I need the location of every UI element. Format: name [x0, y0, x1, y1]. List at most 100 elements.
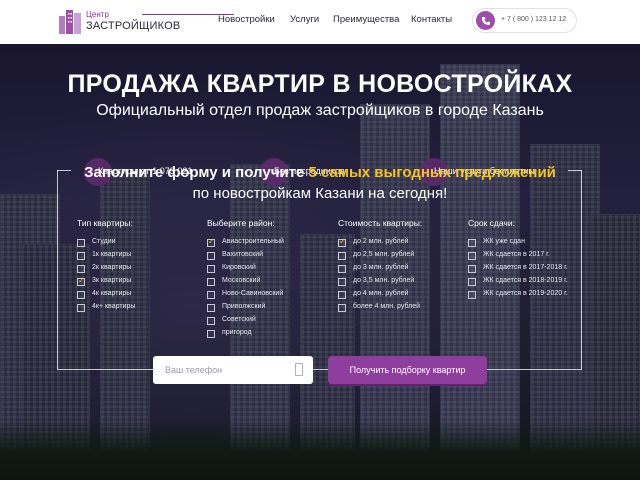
- form-heading: Заполните форму и получите 5 самых выгод…: [0, 164, 640, 181]
- nav-link-preimushchestva[interactable]: Преимущества: [333, 14, 399, 25]
- column-title: Стоимость квартиры:: [338, 218, 423, 228]
- checkbox-option[interactable]: 1к квартиры: [77, 250, 133, 263]
- form-heading-highlight: 5 самых выгодных предложений: [308, 164, 556, 181]
- checkbox-label: 4к+ квартиры: [92, 303, 136, 310]
- checkbox-checked[interactable]: [77, 276, 85, 286]
- checkbox-option[interactable]: 2к квартиры: [77, 263, 133, 276]
- checkbox-checked[interactable]: [207, 237, 215, 247]
- column-title: Срок сдачи:: [468, 218, 515, 228]
- checkbox-option[interactable]: до 3,5 млн. рублей: [338, 276, 422, 289]
- checkbox-option[interactable]: ЖК уже сдан: [468, 237, 525, 250]
- checkbox-label: Кировский: [222, 264, 256, 271]
- checkbox[interactable]: [207, 278, 215, 286]
- checkbox-option[interactable]: 4к квартиры: [77, 289, 133, 302]
- checkbox[interactable]: [77, 252, 85, 260]
- checkbox-option[interactable]: до 2,5 млн. рублей: [338, 250, 422, 263]
- checkbox-label: до 4 млн. рублей: [353, 290, 409, 297]
- checkbox[interactable]: [468, 239, 476, 247]
- checkbox-label: пригород: [222, 329, 252, 336]
- checkbox-label: более 4 млн. рублей: [353, 303, 421, 310]
- column-price: Стоимость квартиры: до 2 млн. рублейдо 2…: [338, 218, 422, 315]
- checkbox-label: до 2 млн. рублей: [353, 238, 409, 245]
- checkbox[interactable]: [77, 291, 85, 299]
- checkbox[interactable]: [77, 304, 85, 312]
- site-logo[interactable]: Центр ЗАСТРОЙЩИКОВ: [58, 8, 234, 36]
- phone-input[interactable]: Ваш телефон: [153, 356, 313, 384]
- checkbox-label: ЖК уже сдан: [483, 238, 525, 245]
- checkbox-option[interactable]: ЖК сдается в 2017 г.: [468, 250, 550, 263]
- column-title: Выберите район:: [207, 218, 275, 228]
- nav-link-uslugi[interactable]: Услуги: [290, 14, 319, 25]
- checkbox[interactable]: [338, 265, 346, 273]
- checkbox[interactable]: [468, 252, 476, 260]
- submit-button[interactable]: Получить подборку квартир: [328, 356, 487, 384]
- checkbox[interactable]: [207, 304, 215, 312]
- checkbox[interactable]: [468, 265, 476, 273]
- checkbox[interactable]: [207, 330, 215, 338]
- checkbox-option[interactable]: более 4 млн. рублей: [338, 302, 422, 315]
- checkbox[interactable]: [338, 278, 346, 286]
- options-list: ЖК уже сдан ЖК сдается в 2017 г. ЖК сдаетс…: [468, 237, 568, 302]
- checkbox[interactable]: [207, 317, 215, 325]
- checkbox-label: Студии: [92, 238, 116, 245]
- checkbox[interactable]: [468, 291, 476, 299]
- header-phone[interactable]: + 7 ( 800 ) 123 12 12: [472, 8, 577, 33]
- checkbox-option[interactable]: до 4 млн. рублей: [338, 289, 422, 302]
- nav-link-novostroyki[interactable]: Новостройки: [218, 14, 275, 25]
- site-header: Центр ЗАСТРОЙЩИКОВ Новостройки Услуги Пр…: [0, 0, 640, 44]
- checkbox[interactable]: [468, 278, 476, 286]
- checkbox-label: ЖК сдается в 2017-2018 г.: [483, 264, 568, 271]
- checkbox[interactable]: [338, 304, 346, 312]
- checkbox-option[interactable]: до 3 млн. рублей: [338, 263, 422, 276]
- checkbox-option[interactable]: Кировский: [207, 263, 275, 276]
- checkbox-label: Приволжский: [222, 303, 266, 310]
- checkbox-option[interactable]: пригород: [207, 328, 275, 341]
- checkbox-option[interactable]: Приволжский: [207, 302, 275, 315]
- checkbox[interactable]: [77, 239, 85, 247]
- checkbox-option[interactable]: ЖК сдается в 2019-2020 г.: [468, 289, 568, 302]
- column-title: Тип квартиры:: [77, 218, 133, 228]
- checkbox[interactable]: [207, 265, 215, 273]
- checkbox-label: Московский: [222, 277, 261, 284]
- phone-icon: [476, 11, 495, 30]
- checkbox-option[interactable]: до 2 млн. рублей: [338, 237, 422, 250]
- checkbox-option[interactable]: Вахитовский: [207, 250, 275, 263]
- checkbox[interactable]: [77, 265, 85, 273]
- checkbox-label: ЖК сдается в 2017 г.: [483, 251, 550, 258]
- checkbox-label: Авиастроительный: [222, 238, 284, 245]
- logo-text-top: Центр: [86, 10, 109, 19]
- checkbox-option[interactable]: 3к квартиры: [77, 276, 133, 289]
- checkbox-option[interactable]: 4к+ квартиры: [77, 302, 136, 315]
- checkbox-label: Ново-Савиновский: [222, 290, 284, 297]
- buildings-logo-icon: [59, 10, 81, 34]
- checkbox-option[interactable]: ЖК сдается в 2017-2018 г.: [468, 263, 568, 276]
- logo-text-bottom: ЗАСТРОЙЩИКОВ: [86, 20, 181, 32]
- mobile-phone-icon: [295, 363, 303, 376]
- checkbox-option[interactable]: Московский: [207, 276, 275, 289]
- trees-silhouette: [0, 420, 640, 480]
- checkbox[interactable]: [338, 291, 346, 299]
- checkbox-option[interactable]: Советский: [207, 315, 275, 328]
- options-list: до 2 млн. рублей до 2,5 млн. рублей до 3 м…: [338, 237, 422, 315]
- checkbox-label: до 3,5 млн. рублей: [353, 277, 415, 284]
- form-heading-line2: по новостройкам Казани на сегодня!: [192, 185, 448, 202]
- nav-link-kontakty[interactable]: Контакты: [411, 14, 452, 25]
- checkbox-checked[interactable]: [338, 237, 346, 247]
- column-district: Выберите район: Авиастроительный Вахитовс…: [207, 218, 284, 341]
- checkbox-option[interactable]: Авиастроительный: [207, 237, 284, 250]
- checkbox-label: ЖК сдается в 2019-2020 г.: [483, 290, 568, 297]
- hero-subtitle: Официальный отдел продаж застройщиков в …: [96, 102, 544, 119]
- checkbox-option[interactable]: ЖК сдается в 2018-2019 г.: [468, 276, 568, 289]
- column-apartment-type: Тип квартиры: Студии 1к квартиры 2к кварти…: [77, 218, 136, 315]
- checkbox[interactable]: [207, 291, 215, 299]
- checkbox-label: 2к квартиры: [92, 264, 132, 271]
- checkbox-option[interactable]: Ново-Савиновский: [207, 289, 283, 302]
- column-delivery-date: Срок сдачи: ЖК уже сдан ЖК сдается в 2017…: [468, 218, 568, 302]
- checkbox[interactable]: [207, 252, 215, 260]
- checkbox-label: до 2,5 млн. рублей: [353, 251, 415, 258]
- hero-title: ПРОДАЖА КВАРТИР В НОВОСТРОЙКАХ: [67, 70, 573, 98]
- phone-input-placeholder: Ваш телефон: [165, 365, 223, 375]
- checkbox-option[interactable]: Студии: [77, 237, 133, 250]
- checkbox-label: 3к квартиры: [92, 277, 132, 284]
- checkbox[interactable]: [338, 252, 346, 260]
